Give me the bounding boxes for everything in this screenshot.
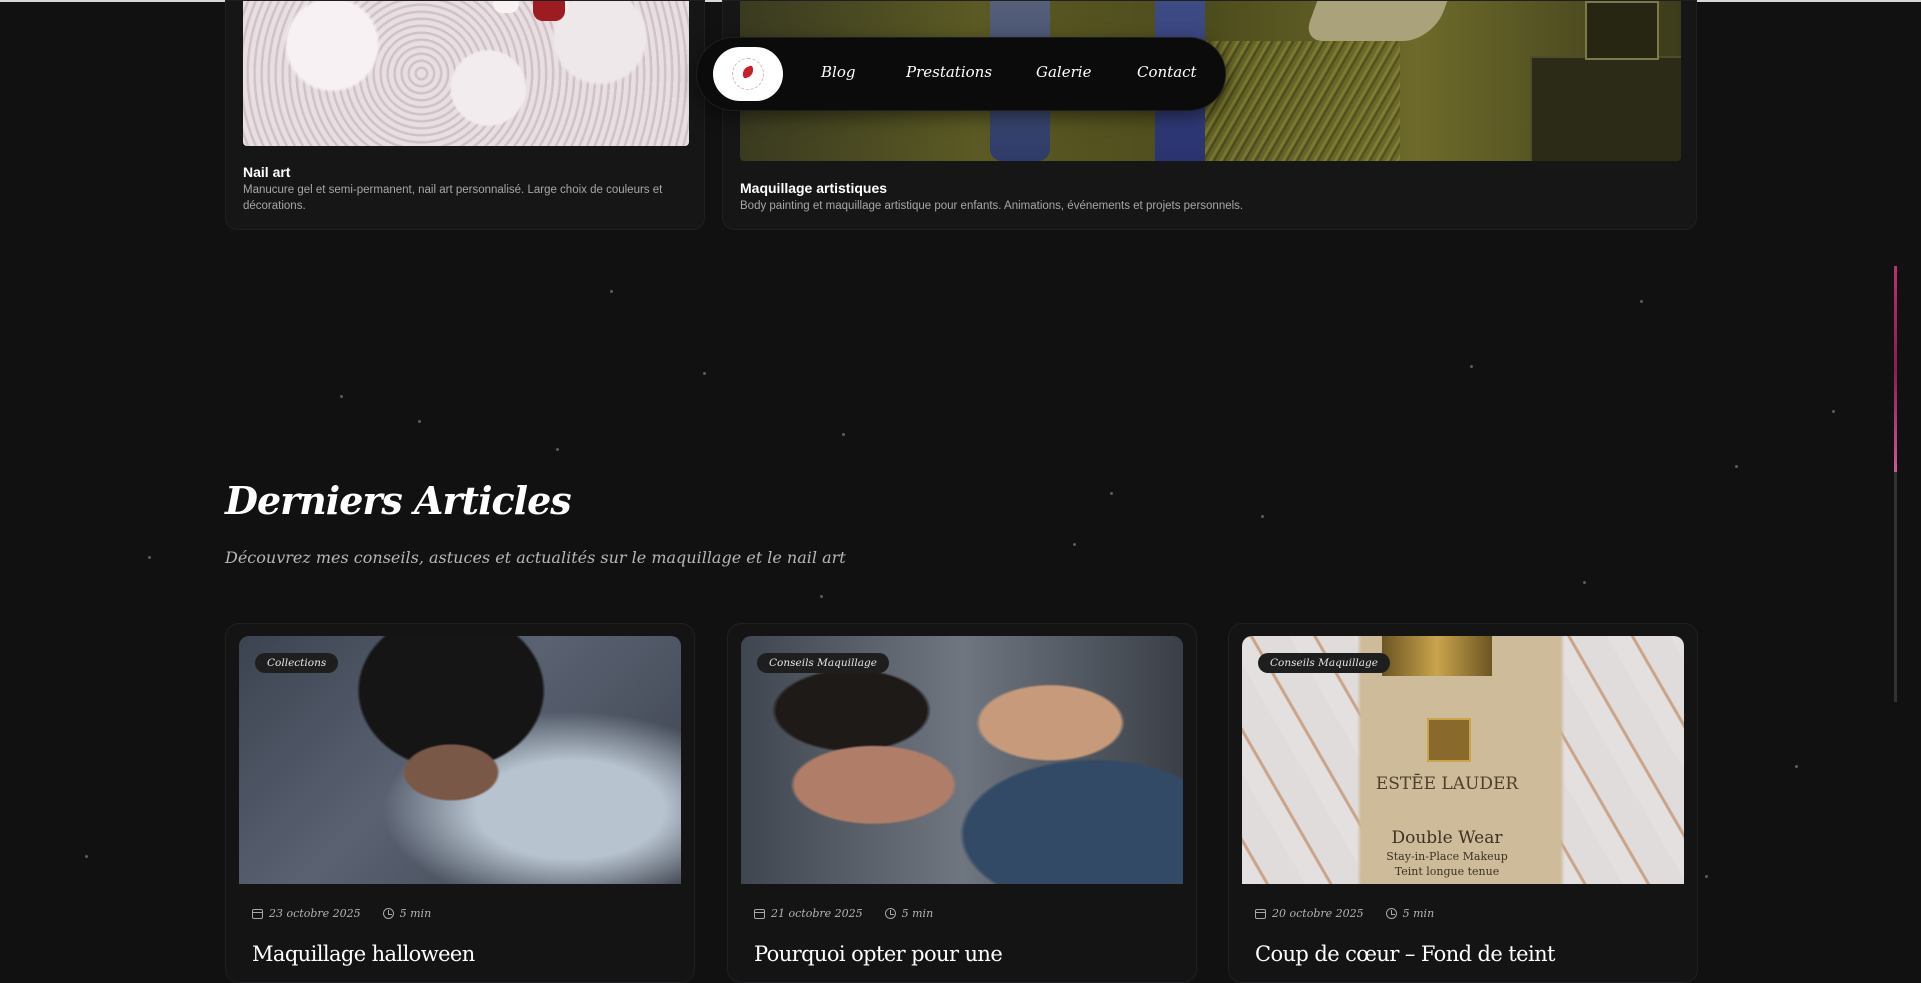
service-title: Nail art: [243, 164, 291, 180]
calendar-icon: [1255, 908, 1266, 919]
product-brand: ESTĒE LAUDER: [1375, 774, 1519, 794]
bottle-cap: [1382, 636, 1492, 676]
section-subtitle: Découvrez mes conseils, astuces et actua…: [225, 548, 846, 567]
article-card[interactable]: Conseils Maquillage 21 octobre 2025 5 mi…: [727, 623, 1197, 983]
article-title[interactable]: Pourquoi opter pour une: [754, 942, 1003, 966]
service-card-nail-art[interactable]: Nail art Manucure gel et semi-permanent,…: [225, 0, 705, 230]
calendar-icon: [754, 908, 765, 919]
main-navigation: Blog Prestations Galerie Contact: [697, 38, 1225, 110]
article-image-foundation-bottle: ESTĒE LAUDER Double Wear Stay-in-Place M…: [1242, 636, 1684, 884]
article-read-time: 5 min: [399, 907, 432, 920]
article-date: 21 octobre 2025: [771, 907, 863, 920]
clock-icon: [884, 908, 896, 919]
lips-logo-icon: [732, 58, 764, 90]
article-date: 23 octobre 2025: [269, 907, 361, 920]
logo-button[interactable]: [713, 47, 783, 101]
nav-link-prestations[interactable]: Prestations: [906, 63, 992, 81]
service-description: Body painting et maquillage artistique p…: [740, 200, 1244, 212]
article-read-time: 5 min: [1402, 907, 1435, 920]
article-read-time: 5 min: [901, 907, 934, 920]
nail-art-image: [243, 1, 689, 146]
category-badge: Conseils Maquillage: [1258, 653, 1390, 673]
article-meta: 20 octobre 2025 5 min: [1255, 907, 1434, 920]
article-image-makeup-application: Conseils Maquillage: [741, 636, 1183, 884]
nav-link-contact[interactable]: Contact: [1137, 63, 1197, 81]
product-line: Teint longue tenue: [1394, 865, 1500, 878]
article-meta: 21 octobre 2025 5 min: [754, 907, 933, 920]
clock-icon: [1385, 908, 1397, 919]
nav-link-blog[interactable]: Blog: [821, 63, 855, 81]
product-name: Double Wear: [1391, 828, 1503, 848]
brand-emblem: [1427, 718, 1471, 762]
service-title: Maquillage artistiques: [740, 180, 888, 196]
product-line: Stay-in-Place Makeup: [1386, 850, 1508, 863]
category-badge: Conseils Maquillage: [757, 653, 889, 673]
nav-link-galerie[interactable]: Galerie: [1036, 63, 1091, 81]
calendar-icon: [252, 908, 263, 919]
scroll-progress-track[interactable]: [1894, 266, 1897, 702]
article-title[interactable]: Maquillage halloween: [252, 942, 475, 966]
article-card[interactable]: Collections 23 octobre 2025 5 min Maquil…: [225, 623, 695, 983]
article-image-halloween: Collections: [239, 636, 681, 884]
category-badge: Collections: [255, 653, 339, 673]
article-title[interactable]: Coup de cœur – Fond de teint: [1255, 942, 1555, 966]
service-description: Manucure gel et semi-permanent, nail art…: [243, 184, 663, 212]
scroll-progress-thumb[interactable]: [1894, 266, 1897, 472]
clock-icon: [382, 908, 394, 919]
article-date: 20 octobre 2025: [1272, 907, 1364, 920]
article-meta: 23 octobre 2025 5 min: [252, 907, 431, 920]
article-card[interactable]: ESTĒE LAUDER Double Wear Stay-in-Place M…: [1228, 623, 1698, 983]
section-title: Derniers Articles: [225, 478, 572, 523]
service-card-maquillage-artistiques[interactable]: Maquillage artistiques Body painting et …: [722, 0, 1697, 230]
